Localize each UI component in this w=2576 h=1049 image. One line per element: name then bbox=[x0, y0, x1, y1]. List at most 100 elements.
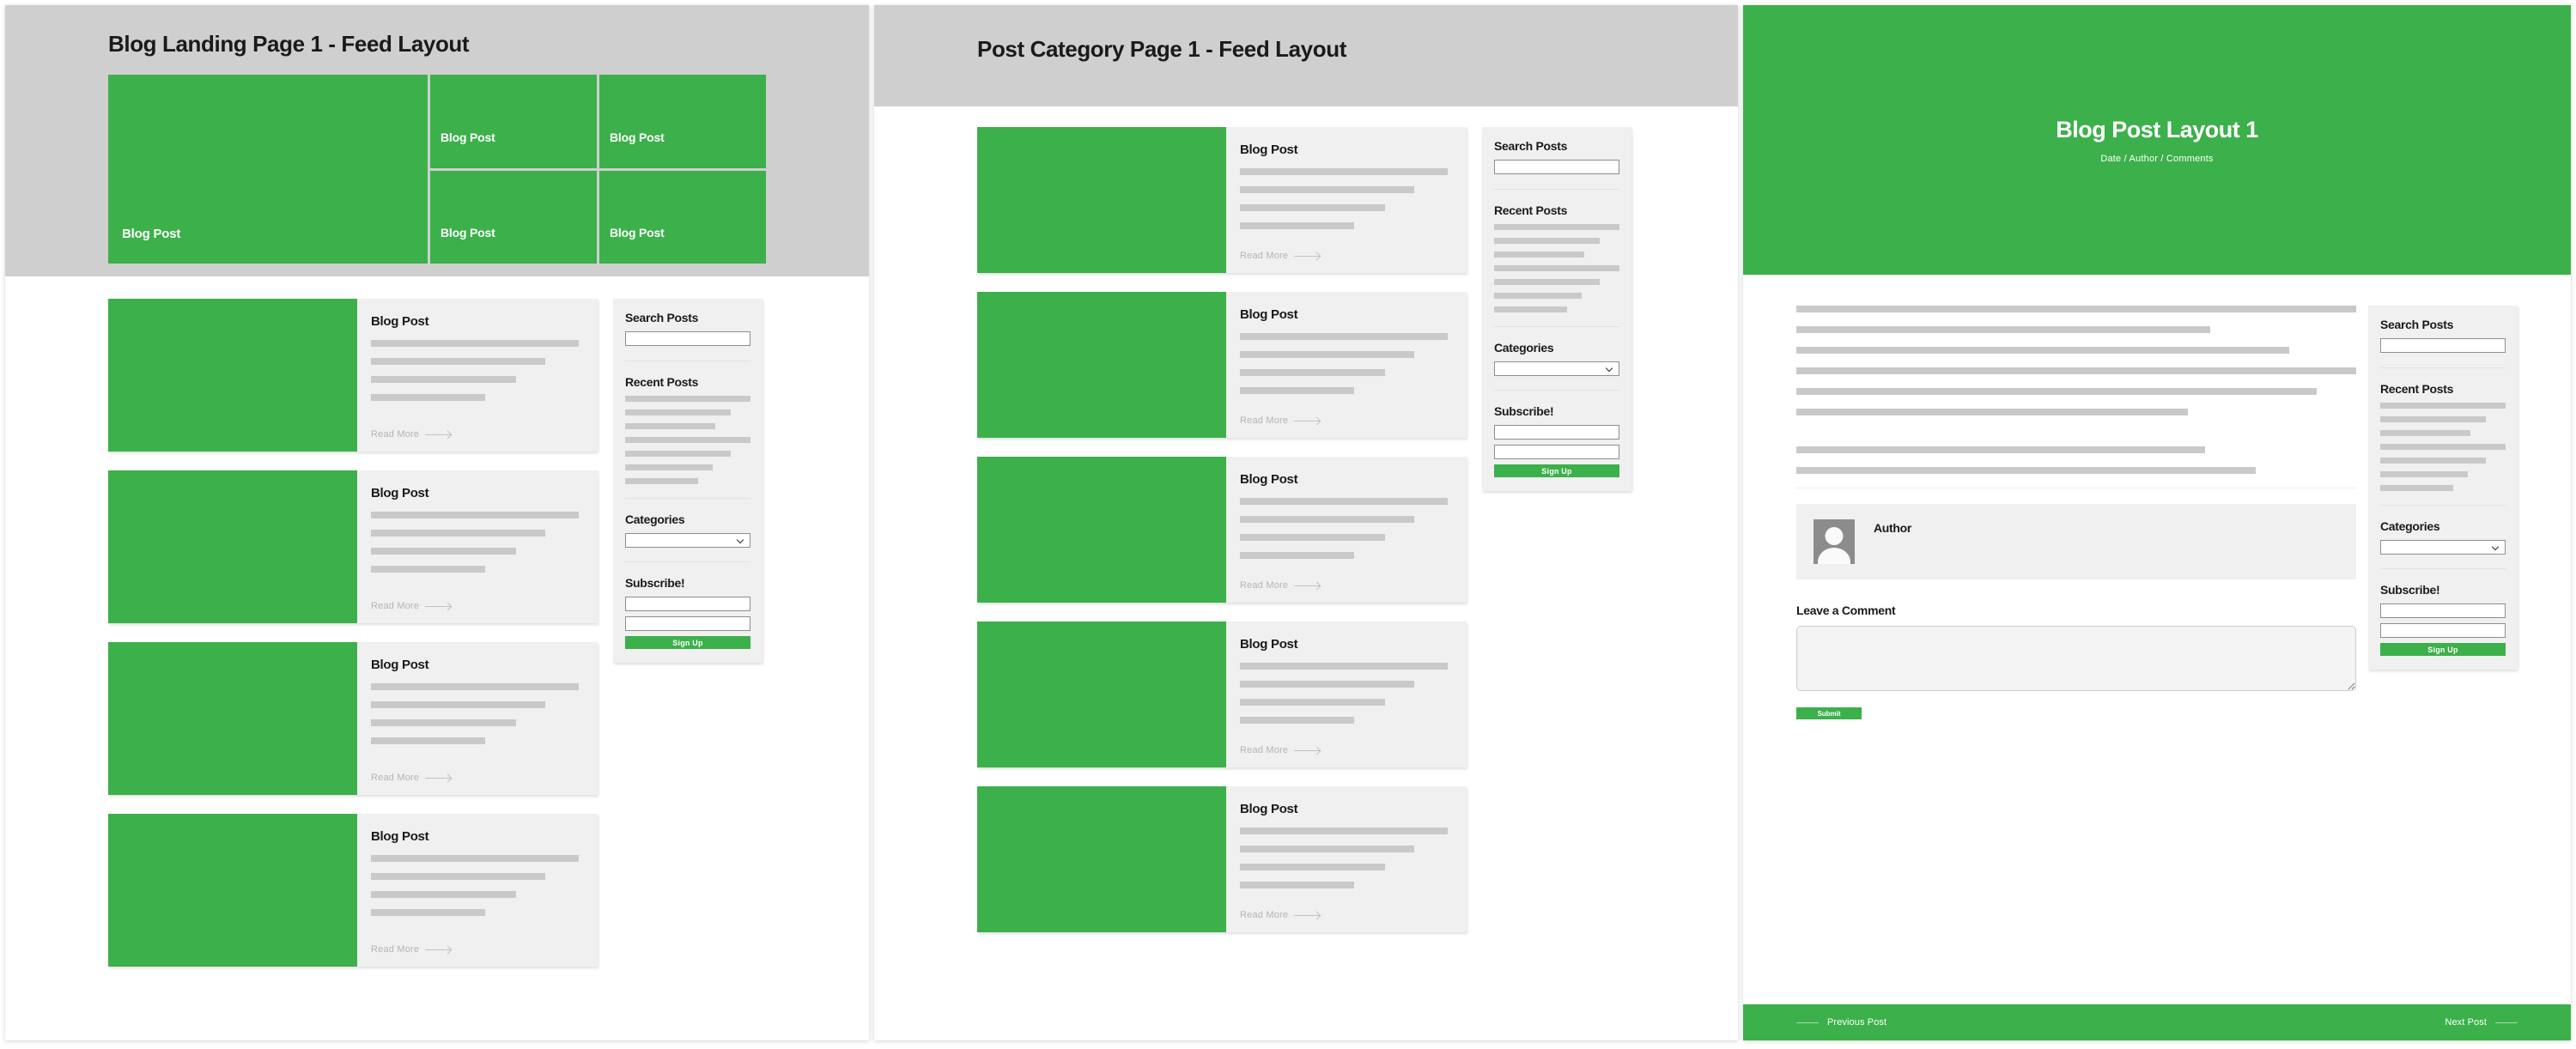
post-hero-banner: Blog Post Layout 1 Date / Author / Comme… bbox=[1743, 5, 2571, 275]
hero-tile-featured[interactable]: Blog Post bbox=[108, 75, 428, 264]
read-more-label: Read More bbox=[1240, 745, 1289, 755]
categories-select[interactable] bbox=[625, 533, 750, 548]
article-line bbox=[1796, 467, 2256, 474]
placeholder-line bbox=[371, 891, 517, 898]
sidebar: Search Posts Recent Posts Categories Sub… bbox=[2368, 306, 2518, 670]
post-card[interactable]: Blog Post Read More bbox=[977, 127, 1467, 273]
post-card[interactable]: Blog Post Read More bbox=[108, 642, 598, 795]
read-more-link[interactable]: Read More bbox=[1240, 251, 1448, 261]
post-body: Blog Post Read More bbox=[1226, 622, 1467, 767]
recent-post-line[interactable] bbox=[1494, 279, 1600, 285]
next-post-link[interactable]: Next Post bbox=[2445, 1017, 2518, 1028]
recent-post-line[interactable] bbox=[1494, 265, 1619, 271]
recent-post-line[interactable] bbox=[2380, 444, 2506, 450]
read-more-link[interactable]: Read More bbox=[1240, 580, 1448, 591]
post-card[interactable]: Blog Post Read More bbox=[977, 292, 1467, 438]
page-title: Blog Post Layout 1 bbox=[2056, 116, 2258, 142]
recent-post-line[interactable] bbox=[625, 409, 731, 415]
recent-post-line[interactable] bbox=[625, 423, 716, 429]
search-input[interactable] bbox=[625, 331, 750, 346]
placeholder-line bbox=[371, 530, 546, 537]
recent-post-line[interactable] bbox=[625, 396, 750, 402]
arrow-left-icon bbox=[1796, 1022, 1819, 1023]
recent-post-line[interactable] bbox=[1494, 293, 1583, 299]
categories-select[interactable] bbox=[2380, 540, 2506, 555]
read-more-label: Read More bbox=[1240, 580, 1289, 591]
recent-post-line[interactable] bbox=[625, 478, 698, 484]
placeholder-line bbox=[1240, 168, 1448, 175]
post-thumbnail bbox=[977, 127, 1226, 273]
subscribe-form bbox=[1494, 425, 1619, 464]
landing-post-list: Blog Post Read More Blog Post Read More … bbox=[108, 299, 598, 985]
subscribe-name-field[interactable] bbox=[1494, 425, 1619, 440]
recent-post-line[interactable] bbox=[2380, 403, 2506, 409]
sign-up-button[interactable]: Sign Up bbox=[625, 636, 750, 649]
recent-post-line[interactable] bbox=[2380, 471, 2469, 477]
read-more-link[interactable]: Read More bbox=[371, 773, 579, 783]
placeholder-line bbox=[371, 855, 579, 862]
search-input[interactable] bbox=[1494, 160, 1619, 174]
sign-up-button[interactable]: Sign Up bbox=[1494, 464, 1619, 477]
placeholder-line bbox=[1240, 186, 1415, 193]
subscribe-name-field[interactable] bbox=[2380, 603, 2506, 618]
post-card[interactable]: Blog Post Read More bbox=[977, 622, 1467, 767]
placeholder-line bbox=[1240, 387, 1355, 394]
arrow-right-icon bbox=[1294, 914, 1321, 916]
sidebar-categories-title: Categories bbox=[2380, 519, 2440, 533]
post-card[interactable]: Blog Post Read More bbox=[977, 786, 1467, 932]
hero-tile-4[interactable]: Blog Post bbox=[430, 170, 597, 264]
recent-post-line[interactable] bbox=[1494, 238, 1600, 244]
recent-post-line[interactable] bbox=[2380, 416, 2486, 422]
post-card[interactable]: Blog Post Read More bbox=[108, 470, 598, 623]
subscribe-email-field[interactable] bbox=[2380, 623, 2506, 638]
comment-textarea[interactable] bbox=[1796, 626, 2356, 691]
panel-post-category-page: Post Category Page 1 - Feed Layout Blog … bbox=[874, 5, 1738, 1040]
recent-post-line[interactable] bbox=[2380, 430, 2471, 436]
recent-post-line[interactable] bbox=[625, 437, 750, 443]
hero-tile-3[interactable]: Blog Post bbox=[599, 75, 766, 168]
post-thumbnail bbox=[977, 457, 1226, 603]
landing-hero-band: Blog Landing Page 1 - Feed Layout Blog P… bbox=[5, 5, 869, 276]
post-card[interactable]: Blog Post Read More bbox=[977, 457, 1467, 603]
sidebar-search-title: Search Posts bbox=[2380, 318, 2454, 331]
post-card[interactable]: Blog Post Read More bbox=[108, 814, 598, 967]
post-card[interactable]: Blog Post Read More bbox=[108, 299, 598, 452]
read-more-label: Read More bbox=[1240, 415, 1289, 426]
recent-post-line[interactable] bbox=[2380, 458, 2486, 464]
search-input[interactable] bbox=[2380, 338, 2506, 353]
read-more-link[interactable]: Read More bbox=[371, 944, 579, 955]
post-meta: Date / Author / Comments bbox=[2100, 153, 2214, 164]
recent-post-line[interactable] bbox=[625, 451, 731, 457]
divider bbox=[625, 561, 750, 562]
recent-post-line[interactable] bbox=[1494, 224, 1619, 230]
article-line bbox=[1796, 446, 2205, 453]
post-heading: Blog Post bbox=[371, 829, 429, 844]
arrow-right-icon bbox=[425, 949, 452, 950]
read-more-link[interactable]: Read More bbox=[371, 601, 579, 611]
placeholder-line bbox=[371, 873, 546, 880]
read-more-label: Read More bbox=[371, 944, 420, 955]
recent-post-line[interactable] bbox=[2380, 485, 2453, 491]
hero-tile-5[interactable]: Blog Post bbox=[599, 170, 766, 264]
sidebar-categories-title: Categories bbox=[1494, 341, 1554, 355]
subscribe-email-field[interactable] bbox=[1494, 445, 1619, 459]
read-more-link[interactable]: Read More bbox=[1240, 745, 1448, 755]
read-more-link[interactable]: Read More bbox=[1240, 910, 1448, 920]
subscribe-name-field[interactable] bbox=[625, 597, 750, 611]
sidebar-subscribe-title: Subscribe! bbox=[625, 576, 685, 590]
read-more-link[interactable]: Read More bbox=[371, 429, 579, 440]
previous-post-link[interactable]: Previous Post bbox=[1796, 1017, 1886, 1028]
categories-select[interactable] bbox=[1494, 361, 1619, 376]
recent-post-line[interactable] bbox=[1494, 306, 1567, 312]
recent-post-line[interactable] bbox=[625, 464, 714, 470]
hero-tile-2[interactable]: Blog Post bbox=[430, 75, 597, 168]
article-paragraph-1 bbox=[1796, 306, 2356, 415]
divider bbox=[2380, 568, 2506, 569]
read-more-link[interactable]: Read More bbox=[1240, 415, 1448, 426]
submit-button[interactable]: Submit bbox=[1796, 707, 1862, 719]
post-body: Blog Post Read More bbox=[1226, 457, 1467, 603]
subscribe-email-field[interactable] bbox=[625, 616, 750, 631]
recent-post-line[interactable] bbox=[1494, 252, 1585, 258]
sign-up-button[interactable]: Sign Up bbox=[2380, 643, 2506, 656]
